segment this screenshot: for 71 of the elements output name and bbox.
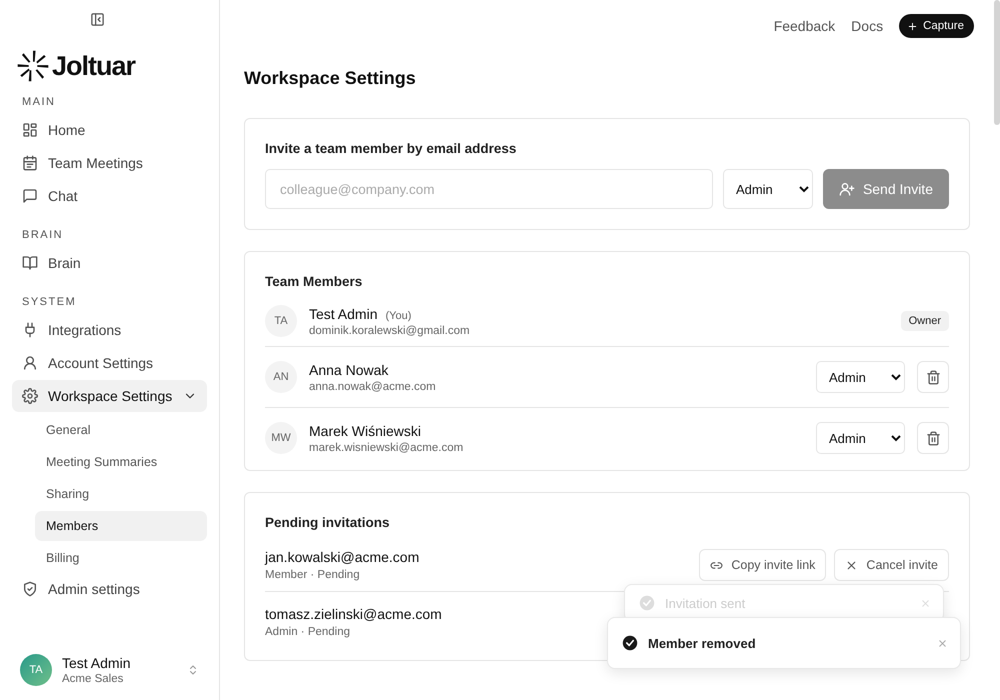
section-heading: BRAIN xyxy=(21,228,64,243)
logo-wordmark: Joltuar xyxy=(52,50,136,82)
sidebar-subitem[interactable]: Sharing xyxy=(35,479,207,509)
member-email: dominik.koralewski@gmail.com xyxy=(309,324,471,336)
close-icon xyxy=(845,558,858,572)
sidebar-toggle-icon[interactable] xyxy=(90,12,105,27)
sidebar-subitem[interactable]: General xyxy=(35,415,207,445)
header-link[interactable]: Docs xyxy=(851,18,884,34)
avatar: MW xyxy=(265,422,297,454)
sidebar-item[interactable]: Admin settings xyxy=(12,573,207,605)
email-field[interactable]: colleague@company.com xyxy=(265,169,713,209)
page-title: Workspace Settings xyxy=(244,68,417,89)
sidebar-item[interactable]: Workspace Settings xyxy=(12,380,207,412)
avatar: AN xyxy=(265,361,297,393)
member-email: marek.wisniewski@acme.com xyxy=(309,442,464,454)
sidebar-subitem[interactable]: Billing xyxy=(35,543,207,573)
card-heading: Invite a team member by email address xyxy=(265,140,518,158)
section-heading: MAIN xyxy=(21,95,56,110)
trash-icon xyxy=(926,430,940,446)
trash-icon xyxy=(926,370,940,384)
shield-check-icon xyxy=(22,581,38,597)
copy-invite-link-button[interactable]: Copy invite link xyxy=(699,549,826,581)
cancel-invite-button[interactable]: Cancel invite xyxy=(834,549,949,581)
invite-details: Member · Pending xyxy=(265,569,360,581)
owner-badge: Owner xyxy=(900,311,949,331)
avatar: TA xyxy=(20,654,52,686)
invite-email: jan.kowalski@acme.com xyxy=(265,549,420,565)
settings-icon xyxy=(22,388,38,404)
toast-message: Member removed xyxy=(648,636,757,650)
chevrons-up-down-icon xyxy=(187,664,199,676)
section-heading: SYSTEM xyxy=(21,295,78,310)
sidebar-item[interactable]: Team Meetings xyxy=(12,147,207,179)
delete-member-button[interactable] xyxy=(917,422,949,454)
scrollbar[interactable] xyxy=(994,0,1000,125)
invite-details: Admin · Pending xyxy=(265,626,350,638)
sidebar-item[interactable]: Account Settings xyxy=(12,347,207,379)
delete-member-button[interactable] xyxy=(917,361,949,393)
role-dropdown[interactable]: Admin xyxy=(722,169,813,209)
sidebar-subitem[interactable]: Meeting Summaries xyxy=(35,447,207,477)
card-heading: Pending invitations xyxy=(265,514,391,532)
add-user-icon xyxy=(838,181,855,197)
plus-icon xyxy=(907,20,918,32)
user-switcher[interactable]: TA Test Admin Acme Sales xyxy=(12,654,207,686)
invite-email: tomasz.zielinski@acme.com xyxy=(265,606,442,622)
sidebar-item[interactable]: Chat xyxy=(12,180,207,212)
role-dropdown[interactable]: Admin xyxy=(816,422,905,454)
member-name: Anna Nowak xyxy=(309,362,388,378)
send-invite-button: Send Invite xyxy=(822,169,949,209)
header-link[interactable]: Feedback xyxy=(774,18,836,34)
person-icon xyxy=(22,355,38,371)
avatar: TA xyxy=(265,305,297,337)
calendar-icon xyxy=(22,155,38,171)
check-circle-icon xyxy=(639,595,655,611)
check-circle-icon xyxy=(622,635,638,651)
member-name: Test Admin xyxy=(309,306,378,322)
capture-button[interactable]: Capture xyxy=(899,14,974,38)
sidebar-item[interactable]: Integrations xyxy=(12,314,207,346)
user-name: Test Admin xyxy=(62,655,132,671)
organization-name: Acme Sales xyxy=(62,673,124,685)
chat-bubble-icon xyxy=(22,188,38,204)
sidebar-item[interactable]: Brain xyxy=(12,247,207,279)
sidebar-item[interactable]: Home xyxy=(12,114,207,146)
sidebar-subitem[interactable]: Members xyxy=(35,511,207,541)
role-dropdown[interactable]: Admin xyxy=(816,361,905,393)
member-email: anna.nowak@acme.com xyxy=(309,380,437,392)
book-icon xyxy=(22,255,38,271)
member-name: Marek Wiśniewski xyxy=(309,422,422,438)
you-tag: (You) xyxy=(385,310,412,322)
card-heading: Team Members xyxy=(265,273,364,291)
grid-icon xyxy=(22,122,38,138)
logo-icon xyxy=(16,48,50,84)
